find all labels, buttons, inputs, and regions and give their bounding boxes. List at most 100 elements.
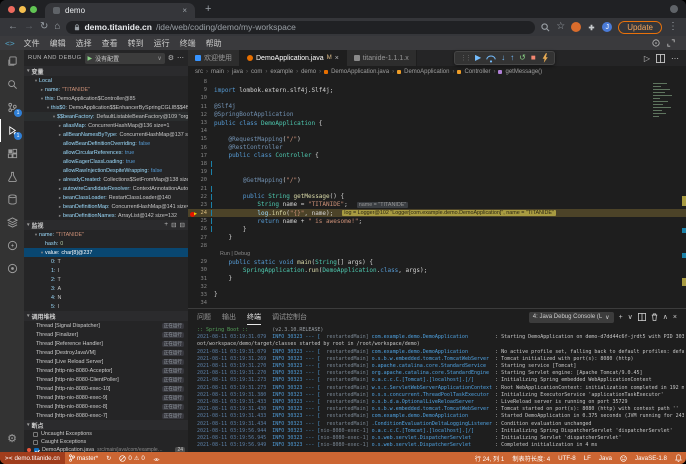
tree-row[interactable]: ▾this:DemoApplication$Controller@85 (24, 94, 188, 103)
line-number[interactable]: 13 (188, 120, 214, 126)
thread-row[interactable]: Thread [Live Reload Server]正在运行 (24, 357, 188, 366)
tree-row[interactable]: ▸beanDefinitionMap:ConcurrentHashMap@141… (24, 202, 188, 211)
code-line[interactable]: 9import lombok.extern.slf4j.Slf4j; (188, 86, 686, 94)
extension-badge-icon[interactable] (571, 22, 581, 32)
tree-row[interactable]: 5:I (24, 302, 188, 311)
breadcrumb-item[interactable]: main (211, 69, 224, 75)
tree-row[interactable]: allowRawInjectionDespiteWrapping:false (24, 166, 188, 175)
code-line[interactable]: 19 (188, 168, 686, 176)
tree-row[interactable]: 0:T (24, 257, 188, 266)
bookmark-star-icon[interactable]: ☆ (556, 22, 565, 32)
checkbox[interactable] (33, 432, 38, 437)
broadcast-indicator[interactable] (149, 455, 164, 462)
address-bar[interactable]: demo.titanide.cn/ide/web/coding/demo/my-… (66, 21, 535, 34)
split-editor-icon[interactable] (656, 54, 665, 63)
thread-row[interactable]: Thread [Signal Dispatcher]正在运行 (24, 321, 188, 330)
maximize-panel-icon[interactable]: ∧ (663, 313, 668, 321)
tree-row[interactable]: hash:0 (24, 239, 188, 248)
code-line[interactable]: 26 } (188, 225, 686, 233)
close-window-icon[interactable] (8, 6, 15, 13)
code-editor[interactable]: 89import lombok.extern.slf4j.Slf4j;1011@… (188, 78, 686, 308)
notifications-bell-icon[interactable] (671, 454, 686, 462)
panel-tab-调试控制台[interactable]: 调试控制台 (272, 309, 307, 325)
new-tab-button[interactable]: + (205, 4, 211, 14)
code-line[interactable]: 23 String name = "TITANIDE";name = "TITA… (188, 201, 686, 209)
tab-close-icon[interactable]: × (182, 6, 187, 15)
more-actions-icon[interactable]: ⋯ (671, 54, 679, 63)
breadcrumb-item[interactable]: demo (301, 69, 316, 75)
menu-item[interactable]: 终端 (175, 39, 201, 48)
tab-size-indicator[interactable]: 制表符长度: 4 (508, 454, 554, 463)
line-number[interactable]: 33 (188, 292, 214, 298)
debug-config-dropdown[interactable]: ▶ 没有配置 ∨ (85, 53, 165, 64)
hot-code-replace-icon[interactable] (541, 53, 549, 63)
breadcrumb-item[interactable]: com (251, 69, 262, 75)
code-line[interactable]: 20 @GetMapping("/") (188, 176, 686, 184)
debug-settings-gear-icon[interactable]: ⚙ (168, 54, 174, 62)
terminal-output[interactable]: :: Spring Boot :: (v2.3.10.RELEASE)2021-… (197, 327, 684, 451)
menu-item[interactable]: 选择 (71, 39, 97, 48)
tab-overview-icon[interactable] (670, 5, 678, 13)
breadcrumb-item[interactable]: DemoApplication.java (331, 69, 389, 75)
back-icon[interactable]: ← (8, 22, 18, 32)
line-number[interactable]: 24▶ (188, 210, 214, 216)
tab-close-icon[interactable]: × (335, 55, 339, 62)
line-number[interactable]: 16 (188, 145, 214, 151)
code-line[interactable]: 34 (188, 299, 686, 307)
tree-row[interactable]: allowBeanDefinitionOverriding:false (24, 139, 188, 148)
start-debug-icon[interactable]: ▶ (88, 55, 93, 62)
sidebar-item-remote-target[interactable] (0, 257, 24, 280)
line-number[interactable]: 29 (188, 259, 214, 265)
tree-row[interactable]: ▸beanDefinitionNames:ArrayList@142 size=… (24, 211, 188, 220)
tree-row[interactable]: ▾Local (24, 76, 188, 85)
browser-menu-icon[interactable]: ⋮ (668, 22, 678, 32)
line-number[interactable]: 18 (188, 161, 214, 167)
thread-row[interactable]: Thread [http-nio-8080-exec-9]正在运行 (24, 393, 188, 402)
tab-titanide[interactable]: titanide-1.1.1.x (347, 50, 417, 66)
new-terminal-icon[interactable]: + (619, 314, 623, 321)
manage-gear-icon[interactable]: ⚙ (0, 428, 24, 448)
tree-row[interactable]: ▸autowireCandidateResolver:ContextAnnota… (24, 184, 188, 193)
variables-section-header[interactable]: ▾ 变量 (24, 66, 188, 76)
profile-avatar[interactable]: J (602, 22, 612, 32)
line-number[interactable]: 20 (188, 177, 214, 183)
restore-layout-icon[interactable] (667, 39, 675, 47)
code-line[interactable]: 15 @RequestMapping("/") (188, 135, 686, 143)
tree-row[interactable]: 1:I (24, 266, 188, 275)
collapse-watch-icon[interactable]: ⊟ (171, 221, 176, 229)
close-watch-icon[interactable]: ⊟ (180, 221, 185, 229)
step-into-icon[interactable]: ↓ (501, 54, 505, 62)
breadcrumb-item[interactable]: src (195, 69, 203, 75)
code-line[interactable]: 17 public class Controller { (188, 152, 686, 160)
breadcrumb-item[interactable]: example (270, 69, 293, 75)
feedback-smiley-icon[interactable] (616, 455, 631, 462)
line-number[interactable]: 12 (188, 112, 214, 118)
sidebar-item-layers[interactable] (0, 211, 24, 234)
line-number[interactable]: 26 (188, 226, 214, 232)
thread-row[interactable]: Thread [Finalizer]正在运行 (24, 330, 188, 339)
panel-tab-终端[interactable]: 终端 (247, 309, 261, 325)
line-number[interactable]: 8 (188, 79, 214, 85)
problems-indicator[interactable]: 0 ⚠ 0 (115, 455, 148, 462)
code-line[interactable]: 28 (188, 242, 686, 250)
thread-row[interactable]: Thread [Reference Handler]正在运行 (24, 339, 188, 348)
forward-icon[interactable]: → (24, 22, 34, 32)
line-number[interactable]: 34 (188, 300, 214, 306)
line-number[interactable]: 10 (188, 95, 214, 101)
breadcrumb-item[interactable]: Controller (464, 69, 490, 75)
branch-indicator[interactable]: master* (65, 454, 102, 462)
language-indicator[interactable]: Java (595, 455, 616, 462)
sync-indicator[interactable]: ↻ (102, 455, 115, 462)
code-line[interactable]: 14 (188, 127, 686, 135)
trash-icon[interactable] (651, 313, 658, 321)
code-line[interactable]: 10 (188, 94, 686, 102)
thread-row[interactable]: Thread [http-nio-8080-exec-8]正在运行 (24, 402, 188, 411)
line-number[interactable]: 23 (188, 202, 214, 208)
extensions-puzzle-icon[interactable] (587, 23, 596, 32)
line-number[interactable]: 11 (188, 104, 214, 110)
line-number[interactable]: 31 (188, 276, 214, 282)
code-line[interactable]: 31 } (188, 275, 686, 283)
line-number[interactable]: 32 (188, 284, 214, 290)
watch-section-header[interactable]: ▾ 监视 + ⊟ ⊟ (24, 220, 188, 230)
code-line[interactable]: 24▶ log.info("{}", name);log = Logger@10… (188, 209, 686, 217)
